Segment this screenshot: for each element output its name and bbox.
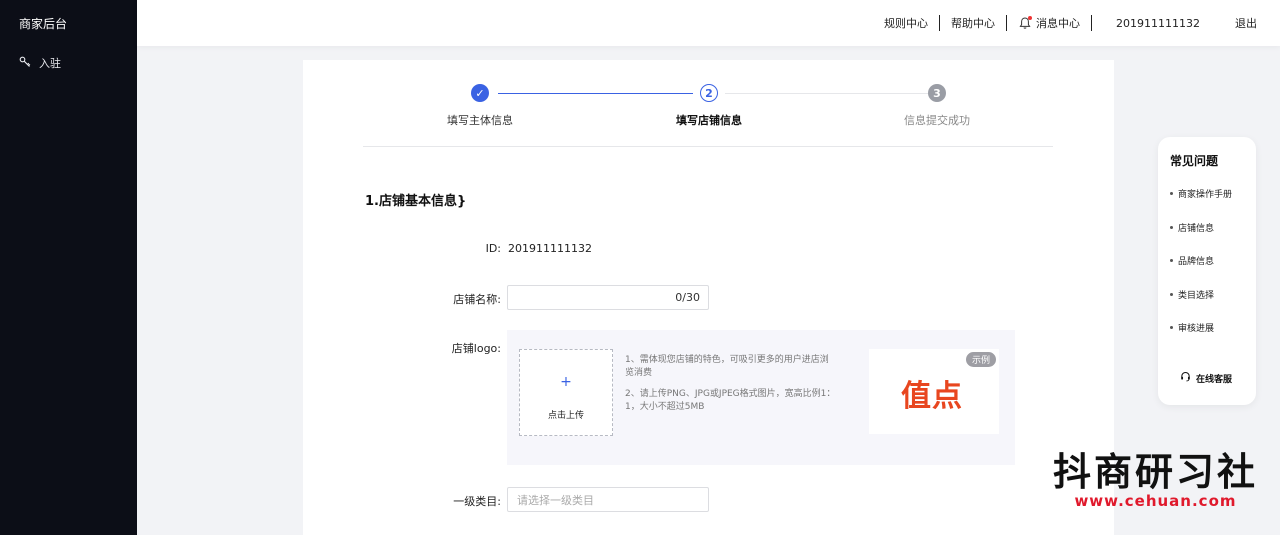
faq-item[interactable]: 店铺信息: [1170, 221, 1232, 255]
headset-icon: [1180, 371, 1191, 385]
logo-upload-button[interactable]: + 点击上传: [519, 349, 613, 436]
faq-panel: 常见问题 商家操作手册 店铺信息 品牌信息 类目选择 审核进展 在线客服: [1158, 137, 1256, 405]
logo-upload-panel: + 点击上传 1、需体现您店铺的特色，可吸引更多的用户进店浏览消费 2、请上传P…: [507, 330, 1015, 465]
header-links: 规则中心 帮助中心 消息中心 201911111132 退出: [873, 0, 1268, 46]
message-center-label: 消息中心: [1036, 17, 1081, 30]
help-center-link[interactable]: 帮助中心: [940, 15, 1006, 31]
tip-item: 2、请上传PNG、JPG或JPEG格式图片，宽高比例1：1，大小不超过5MB: [625, 389, 836, 412]
bullet-icon: [1170, 326, 1173, 329]
faq-title: 常见问题: [1170, 154, 1219, 168]
upload-tips: 1、需体现您店铺的特色，可吸引更多的用户进店浏览消费 2、请上传PNG、JPG或…: [625, 354, 837, 422]
sample-logo-image: 值点: [901, 379, 963, 414]
online-service-button[interactable]: 在线客服: [1180, 371, 1232, 385]
category-label: 一级类目:: [453, 495, 501, 508]
watermark-url: www.cehuan.com: [1074, 492, 1237, 510]
user-account[interactable]: 201911111132: [1092, 17, 1224, 30]
sample-logo: 示例 值点: [869, 349, 999, 434]
bullet-icon: [1170, 259, 1173, 262]
faq-item[interactable]: 品牌信息: [1170, 254, 1232, 288]
message-center-link[interactable]: 消息中心: [1007, 15, 1091, 31]
store-name-label: 店铺名称:: [453, 293, 501, 306]
check-icon: ✓: [471, 84, 489, 102]
sidebar-item-label: 入驻: [39, 57, 61, 70]
step-3: 3 信息提交成功: [857, 84, 1017, 128]
online-service-label: 在线客服: [1196, 374, 1233, 385]
step-label: 信息提交成功: [904, 114, 970, 127]
progress-steps: ✓ 填写主体信息 2 填写店铺信息 3 信息提交成功: [363, 84, 1053, 154]
faq-list: 商家操作手册 店铺信息 品牌信息 类目选择 审核进展: [1170, 187, 1232, 355]
category-placeholder: 请选择一级类目: [517, 493, 594, 507]
bell-icon: [1018, 16, 1033, 30]
faq-item-label: 审核进展: [1178, 324, 1215, 334]
step-number: 3: [928, 84, 946, 102]
faq-item-label: 品牌信息: [1178, 257, 1215, 267]
upload-label: 点击上传: [547, 411, 584, 421]
bullet-icon: [1170, 292, 1173, 296]
sidebar-item-onboarding[interactable]: 入驻: [19, 55, 61, 71]
section-title: 1.店铺基本信息}: [365, 194, 467, 209]
step-2: 2 填写店铺信息: [629, 84, 789, 128]
sidebar: 商家后台 入驻: [0, 0, 137, 535]
plus-icon: +: [560, 374, 572, 390]
watermark: 抖商研习社 www.cehuan.com: [1053, 452, 1258, 510]
rules-center-link[interactable]: 规则中心: [873, 15, 939, 31]
sample-badge: 示例: [965, 352, 996, 367]
id-label: ID:: [485, 242, 501, 255]
category-select[interactable]: 请选择一级类目: [507, 487, 709, 512]
store-name-input[interactable]: 0/30: [507, 285, 709, 310]
store-id-value: 201911111132: [508, 242, 592, 255]
logout-link[interactable]: 退出: [1224, 15, 1268, 31]
step-number: 2: [700, 84, 718, 102]
faq-item[interactable]: 审核进展: [1170, 321, 1232, 355]
faq-item-label: 店铺信息: [1178, 223, 1215, 234]
watermark-text: 抖商研习社: [1052, 450, 1258, 494]
char-counter: 0/30: [675, 291, 700, 304]
store-logo-label: 店铺logo:: [451, 342, 501, 355]
step-1: ✓ 填写主体信息: [400, 84, 560, 128]
store-info-form-card: ✓ 填写主体信息 2 填写店铺信息 3 信息提交成功 1.店铺基本信息} ID:…: [303, 60, 1114, 535]
step-label: 填写主体信息: [447, 114, 513, 127]
bullet-icon: [1170, 225, 1173, 229]
step-label: 填写店铺信息: [676, 114, 742, 127]
steps-divider: [363, 146, 1053, 147]
bullet-icon: [1170, 192, 1173, 195]
key-icon: [19, 56, 31, 71]
faq-item[interactable]: 商家操作手册: [1170, 187, 1232, 221]
faq-item-label: 类目选择: [1178, 290, 1215, 301]
app-title: 商家后台: [19, 17, 68, 31]
notification-dot: [1028, 16, 1033, 20]
faq-item[interactable]: 类目选择: [1170, 288, 1232, 322]
top-header: 规则中心 帮助中心 消息中心 201911111132 退出: [137, 0, 1280, 46]
faq-item-label: 商家操作手册: [1178, 190, 1233, 200]
tip-item: 1、需体现您店铺的特色，可吸引更多的用户进店浏览消费: [625, 355, 829, 378]
